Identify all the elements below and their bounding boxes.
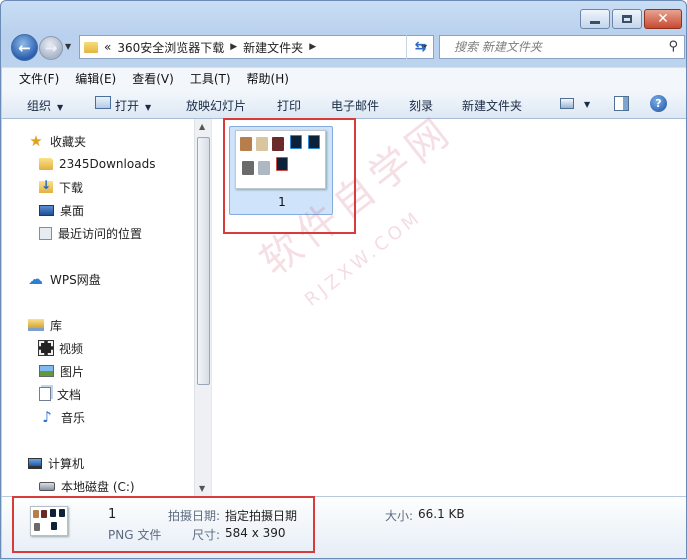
navigation-pane: ★ 收藏夹 2345Downloads 下载 桌面 最近访问的位置 ☁ WPS网… xyxy=(2,119,194,496)
print-button[interactable]: 打印 xyxy=(277,97,301,114)
menu-edit[interactable]: 编辑(E) xyxy=(75,70,116,87)
recent-pages-dropdown[interactable]: ▼ xyxy=(65,42,71,51)
menu-help[interactable]: 帮助(H) xyxy=(247,70,289,87)
preview-pane-icon[interactable] xyxy=(614,96,629,111)
desktop-icon xyxy=(39,204,54,216)
chevron-down-icon: ▼ xyxy=(145,103,152,112)
navigation-bar: ← → ▼ « 360安全浏览器下载 ▶ 新建文件夹 ▶ ▼ ⇆ ⚲ xyxy=(9,33,685,61)
tree-item-desktop[interactable]: 桌面 xyxy=(39,200,84,220)
details-size-value: 66.1 KB xyxy=(418,507,465,521)
music-icon: ♪ xyxy=(42,408,52,426)
tree-item-downloads[interactable]: 下载 xyxy=(39,177,83,197)
forward-button[interactable]: → xyxy=(39,36,63,60)
recent-places-icon xyxy=(39,226,52,240)
details-size-label: 大小: xyxy=(385,509,414,523)
menu-tools[interactable]: 工具(T) xyxy=(190,70,231,87)
chevron-down-icon: ▼ xyxy=(57,103,64,112)
tree-item-videos[interactable]: 视频 xyxy=(38,338,83,358)
breadcrumb-item[interactable]: 新建文件夹 xyxy=(243,39,303,56)
search-icon[interactable]: ⚲ xyxy=(668,39,678,54)
close-icon: ✕ xyxy=(657,11,669,27)
hard-disk-icon xyxy=(39,481,55,491)
arrow-left-icon: ← xyxy=(18,38,31,57)
view-dropdown-icon[interactable]: ▼ xyxy=(584,100,590,109)
navigation-scrollbar[interactable]: ▲ ▼ xyxy=(194,119,211,496)
chevron-right-icon[interactable]: ▶ xyxy=(230,42,237,52)
breadcrumb-item[interactable]: 360安全浏览器下载 xyxy=(117,39,224,56)
document-icon xyxy=(39,387,51,401)
slideshow-button[interactable]: 放映幻灯片 xyxy=(186,97,246,114)
tree-item-pictures[interactable]: 图片 xyxy=(39,361,84,381)
refresh-icon: ⇆ xyxy=(414,39,427,55)
library-icon xyxy=(28,319,44,331)
open-button[interactable]: 打开 ▼ xyxy=(115,97,151,114)
tree-computer[interactable]: 计算机 xyxy=(28,453,84,473)
tree-libraries[interactable]: 库 xyxy=(28,315,62,335)
minimize-button[interactable] xyxy=(580,9,610,29)
minimize-icon xyxy=(590,20,600,24)
search-input[interactable] xyxy=(454,40,654,54)
tree-item-recent-places[interactable]: 最近访问的位置 xyxy=(39,223,142,243)
cloud-icon: ☁ xyxy=(28,270,43,288)
computer-icon xyxy=(28,457,42,469)
tree-item-local-disk-c[interactable]: 本地磁盘 (C:) xyxy=(39,476,135,496)
scroll-down-icon[interactable]: ▼ xyxy=(199,484,205,493)
command-bar: 组织 ▼ 打开 ▼ 放映幻灯片 打印 电子邮件 刻录 新建文件夹 ▼ ? xyxy=(2,89,686,119)
help-icon[interactable]: ? xyxy=(650,95,667,112)
video-icon xyxy=(38,340,54,356)
maximize-button[interactable] xyxy=(612,9,642,29)
close-button[interactable]: ✕ xyxy=(644,9,682,29)
annotation-highlight-file xyxy=(223,118,356,234)
scrollbar-thumb[interactable] xyxy=(197,137,210,385)
tree-favorites[interactable]: ★ 收藏夹 xyxy=(28,131,86,151)
email-button[interactable]: 电子邮件 xyxy=(331,97,379,114)
star-icon: ★ xyxy=(29,132,43,150)
folder-icon xyxy=(39,158,53,170)
search-box[interactable]: ⚲ xyxy=(439,35,685,59)
new-folder-button[interactable]: 新建文件夹 xyxy=(462,97,522,114)
tree-item-documents[interactable]: 文档 xyxy=(39,384,81,404)
tree-item-2345downloads[interactable]: 2345Downloads xyxy=(39,154,155,174)
explorer-window: ✕ ← → ▼ « 360安全浏览器下载 ▶ 新建文件夹 ▶ ▼ ⇆ ⚲ 文件(… xyxy=(0,0,687,559)
chevron-right-icon[interactable]: ▶ xyxy=(309,42,316,52)
address-bar[interactable]: « 360安全浏览器下载 ▶ 新建文件夹 ▶ ▼ xyxy=(79,35,434,59)
burn-button[interactable]: 刻录 xyxy=(409,97,433,114)
annotation-highlight-details xyxy=(12,496,315,553)
downloads-folder-icon xyxy=(39,178,53,193)
maximize-icon xyxy=(622,15,632,23)
tree-item-music[interactable]: ♪ 音乐 xyxy=(39,407,85,427)
organize-button[interactable]: 组织 ▼ xyxy=(27,97,63,114)
refresh-button[interactable]: ⇆ xyxy=(406,35,434,59)
picture-icon xyxy=(39,365,54,377)
open-icon xyxy=(95,96,111,109)
arrow-right-icon: → xyxy=(44,39,58,57)
breadcrumb-overflow[interactable]: « xyxy=(104,40,111,54)
menu-bar: 文件(F) 编辑(E) 查看(V) 工具(T) 帮助(H) xyxy=(2,67,686,89)
view-options-icon[interactable] xyxy=(560,98,574,109)
folder-icon xyxy=(84,41,98,53)
scroll-up-icon[interactable]: ▲ xyxy=(199,122,205,131)
caption-buttons: ✕ xyxy=(580,9,682,29)
tree-wps-cloud[interactable]: ☁ WPS网盘 xyxy=(28,269,101,289)
menu-view[interactable]: 查看(V) xyxy=(132,70,174,87)
back-button[interactable]: ← xyxy=(11,34,38,61)
menu-file[interactable]: 文件(F) xyxy=(19,70,59,87)
